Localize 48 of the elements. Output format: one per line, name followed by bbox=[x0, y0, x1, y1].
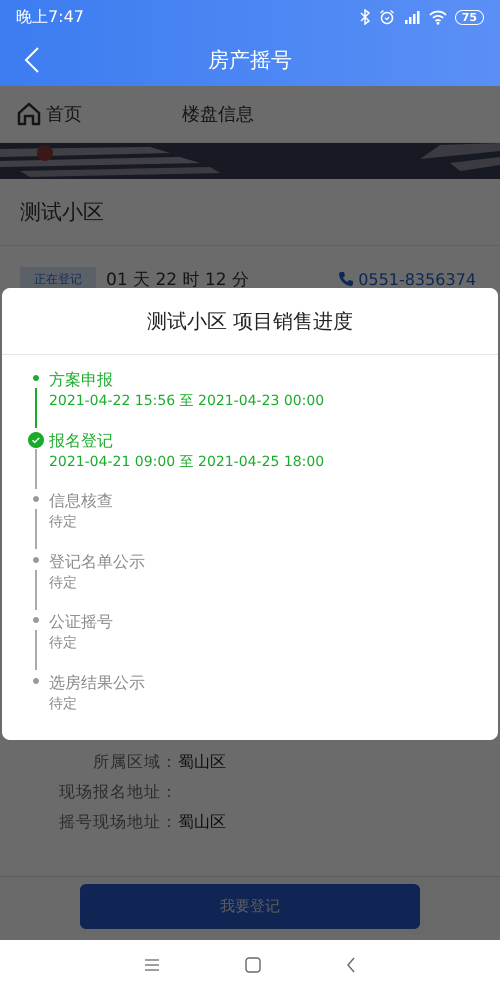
step-dot bbox=[32, 496, 38, 502]
back-icon[interactable] bbox=[24, 46, 40, 74]
info-value: 蜀山区 bbox=[178, 752, 226, 773]
countdown: 01 天 22 时 12 分 bbox=[106, 268, 249, 290]
step-dot bbox=[32, 678, 38, 684]
step-name: 方案申报 bbox=[49, 369, 114, 391]
step-dot bbox=[32, 375, 38, 381]
timeline-line bbox=[34, 630, 36, 670]
bluetooth-icon bbox=[358, 9, 371, 25]
section-title: 楼盘信息 bbox=[182, 103, 254, 126]
page-title: 房产摇号 bbox=[208, 47, 292, 74]
register-button[interactable]: 我要登记 bbox=[80, 884, 420, 928]
step-name: 登记名单公示 bbox=[49, 550, 145, 572]
step-time: 2021-04-21 09:00 至 2021-04-25 18:00 bbox=[49, 452, 324, 472]
step-name: 报名登记 bbox=[49, 430, 114, 452]
step-dot bbox=[32, 617, 38, 623]
timeline-line bbox=[34, 509, 36, 549]
info-label: 现场报名地址： bbox=[58, 782, 178, 803]
wifi-icon bbox=[428, 10, 447, 24]
project-name: 测试小区 bbox=[0, 179, 500, 246]
check-circle-icon bbox=[28, 432, 44, 448]
back-nav-icon[interactable] bbox=[346, 957, 356, 973]
step-time: 2021-04-22 15:56 至 2021-04-23 00:00 bbox=[49, 392, 324, 411]
step-name: 公证摇号 bbox=[49, 611, 113, 633]
status-time: 晚上7:47 bbox=[16, 6, 84, 28]
info-label: 所属区域： bbox=[92, 752, 178, 773]
home-square-icon[interactable] bbox=[245, 957, 261, 973]
step-time: 待定 bbox=[49, 574, 78, 592]
timeline-line bbox=[34, 388, 36, 428]
step-time: 待定 bbox=[49, 634, 78, 653]
step-name: 选房结果公示 bbox=[49, 672, 145, 694]
dialog-title: 测试小区 项目销售进度 bbox=[2, 288, 498, 355]
step-time: 待定 bbox=[49, 694, 78, 714]
phone-icon bbox=[338, 271, 354, 287]
step-time: 待定 bbox=[49, 513, 78, 532]
menu-icon[interactable] bbox=[144, 958, 160, 972]
info-label: 摇号现场地址： bbox=[58, 812, 178, 833]
signal-icon bbox=[402, 9, 421, 25]
timeline-line bbox=[34, 448, 36, 488]
alarm-icon bbox=[378, 9, 395, 25]
step-dot bbox=[32, 556, 38, 562]
step-name: 信息核查 bbox=[49, 490, 113, 512]
phone-link[interactable]: 0551-8356374 bbox=[358, 270, 476, 288]
info-value: 蜀山区 bbox=[178, 812, 226, 833]
home-link[interactable]: 首页 bbox=[16, 101, 82, 127]
battery-indicator: 75 bbox=[454, 10, 484, 24]
home-icon bbox=[16, 101, 42, 127]
timeline-line bbox=[34, 570, 36, 610]
